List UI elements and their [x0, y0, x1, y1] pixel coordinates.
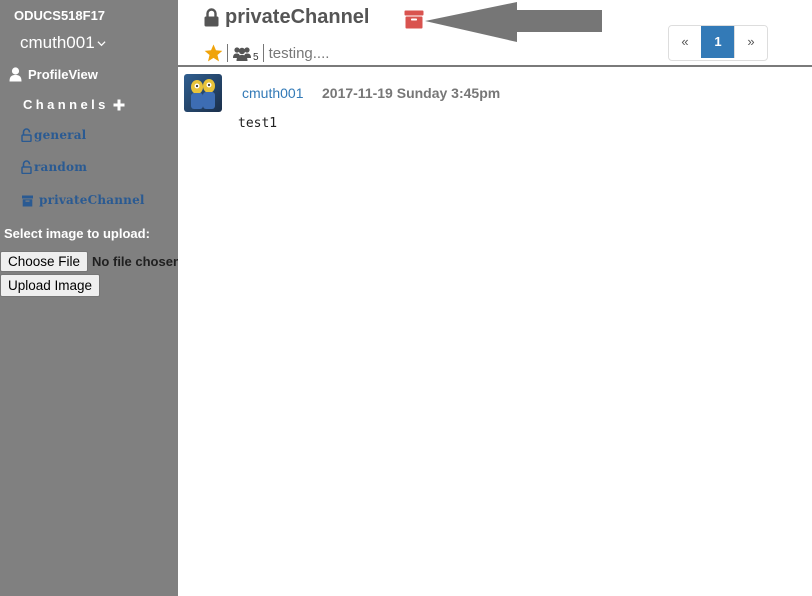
- message-author[interactable]: cmuth001: [242, 85, 303, 101]
- message-text: test1: [238, 116, 278, 131]
- profile-view-label: ProfileView: [28, 67, 98, 82]
- channel-item-random[interactable]: random: [21, 160, 87, 174]
- avatar[interactable]: [184, 74, 222, 112]
- channel-label: general: [34, 128, 87, 142]
- member-count: 5: [253, 51, 259, 63]
- channel-label: random: [34, 160, 88, 174]
- sidebar: ODUCS518F17 cmuth001 ProfileView Channel…: [0, 0, 178, 596]
- channel-purpose: testing....: [268, 44, 330, 62]
- annotation-arrow: [425, 2, 602, 42]
- pagination-page-button[interactable]: 1: [701, 26, 734, 58]
- header-divider: [178, 65, 812, 67]
- user-menu-dropdown[interactable]: cmuth001: [20, 33, 106, 53]
- avatar-image: [184, 74, 222, 112]
- divider: [262, 44, 264, 62]
- message-timestamp: 2017-11-19 Sunday 3:45pm: [322, 85, 501, 101]
- chevron-down-icon: [97, 40, 106, 46]
- channel-item-general[interactable]: general: [21, 128, 86, 142]
- archive-icon: [22, 195, 33, 207]
- profile-view-link[interactable]: ProfileView: [9, 67, 98, 82]
- unlock-icon: [21, 128, 32, 142]
- unlock-icon: [21, 160, 32, 174]
- choose-file-button[interactable]: Choose File: [0, 250, 89, 272]
- star-icon[interactable]: [204, 44, 223, 62]
- team-name: ODUCS518F17: [14, 8, 106, 23]
- channel-name: privateChannel: [225, 6, 370, 28]
- username-label: cmuth001: [20, 33, 95, 52]
- channel-label: privateChannel: [39, 193, 145, 207]
- channels-heading-label: Channels: [23, 97, 109, 112]
- add-channel-icon[interactable]: [113, 99, 125, 111]
- pagination: « 1 »: [668, 25, 768, 61]
- archive-channel-icon[interactable]: [404, 10, 424, 29]
- pagination-next-button[interactable]: »: [734, 26, 767, 58]
- divider: [227, 44, 228, 62]
- file-input[interactable]: Choose File No file chosen: [0, 250, 178, 272]
- channel-meta-row: 5 testing....: [204, 42, 329, 64]
- file-status: No file chosen: [92, 253, 178, 269]
- channel-header-title: privateChannel: [204, 6, 369, 29]
- upload-image-button[interactable]: Upload Image: [0, 274, 101, 297]
- user-icon: [9, 67, 22, 82]
- users-icon: [233, 46, 251, 61]
- pagination-prev-button[interactable]: «: [669, 26, 701, 58]
- upload-label: Select image to upload:: [4, 226, 150, 241]
- channels-heading: Channels: [23, 97, 125, 112]
- lock-icon: [204, 8, 219, 27]
- channel-item-privatechannel[interactable]: privateChannel: [21, 193, 145, 207]
